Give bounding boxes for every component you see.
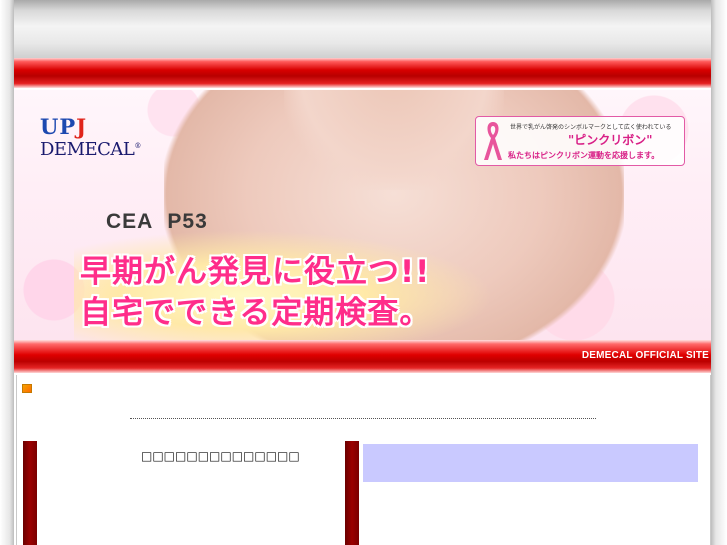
page-shadow-left bbox=[0, 0, 14, 545]
pink-ribbon-icon bbox=[484, 122, 502, 160]
pink-ribbon-badge[interactable]: 世界で乳がん啓発のシンボルマークとして広く使われている "ピンクリボン" 私たち… bbox=[475, 116, 685, 166]
page: UPJ DEMECAL® 世界で乳がん啓発のシンボルマークとして広く使われている… bbox=[14, 0, 711, 545]
top-gray-band bbox=[14, 0, 711, 58]
right-column-bar bbox=[345, 441, 359, 545]
demecal-logo[interactable]: DEMECAL® bbox=[40, 139, 141, 160]
page-shadow-right bbox=[711, 0, 727, 545]
right-column-panel bbox=[363, 444, 698, 482]
demecal-logo-text: DEMECAL bbox=[40, 139, 135, 160]
left-column-title: □□□□□□□□□□□□□□ bbox=[141, 449, 300, 463]
dotted-divider bbox=[130, 418, 596, 419]
official-site-link[interactable]: DEMECAL OFFICIAL SITE bbox=[582, 350, 709, 361]
left-column: □□□□□□□□□□□□□□ bbox=[23, 441, 346, 545]
headline-line-1: 早期がん発見に役立つ!! bbox=[80, 254, 431, 290]
main-content: □□□□□□□□□□□□□□ bbox=[16, 375, 711, 545]
hero-banner: UPJ DEMECAL® 世界で乳がん啓発のシンボルマークとして広く使われている… bbox=[14, 90, 711, 340]
right-column bbox=[345, 441, 700, 545]
registered-mark: ® bbox=[134, 142, 141, 150]
headline-line-2: 自宅でできる定期検査。 bbox=[80, 295, 432, 331]
ribbon-title: "ピンクリボン" bbox=[568, 133, 653, 147]
red-nav-band: DEMECAL OFFICIAL SITE bbox=[14, 340, 711, 373]
ribbon-caption: 世界で乳がん啓発のシンボルマークとして広く使われている bbox=[510, 124, 672, 131]
top-red-band bbox=[14, 58, 711, 88]
tumor-markers-label: CEA P53 bbox=[106, 210, 208, 233]
banner-photo-neck bbox=[284, 90, 504, 190]
upj-logo-red: J bbox=[76, 114, 88, 139]
broken-image-icon[interactable] bbox=[22, 384, 32, 393]
upj-logo[interactable]: UPJ bbox=[40, 114, 87, 139]
left-column-bar bbox=[23, 441, 37, 545]
ribbon-support-text: 私たちはピンクリボン運動を応援します。 bbox=[508, 151, 660, 160]
upj-logo-blue: UP bbox=[40, 114, 77, 139]
